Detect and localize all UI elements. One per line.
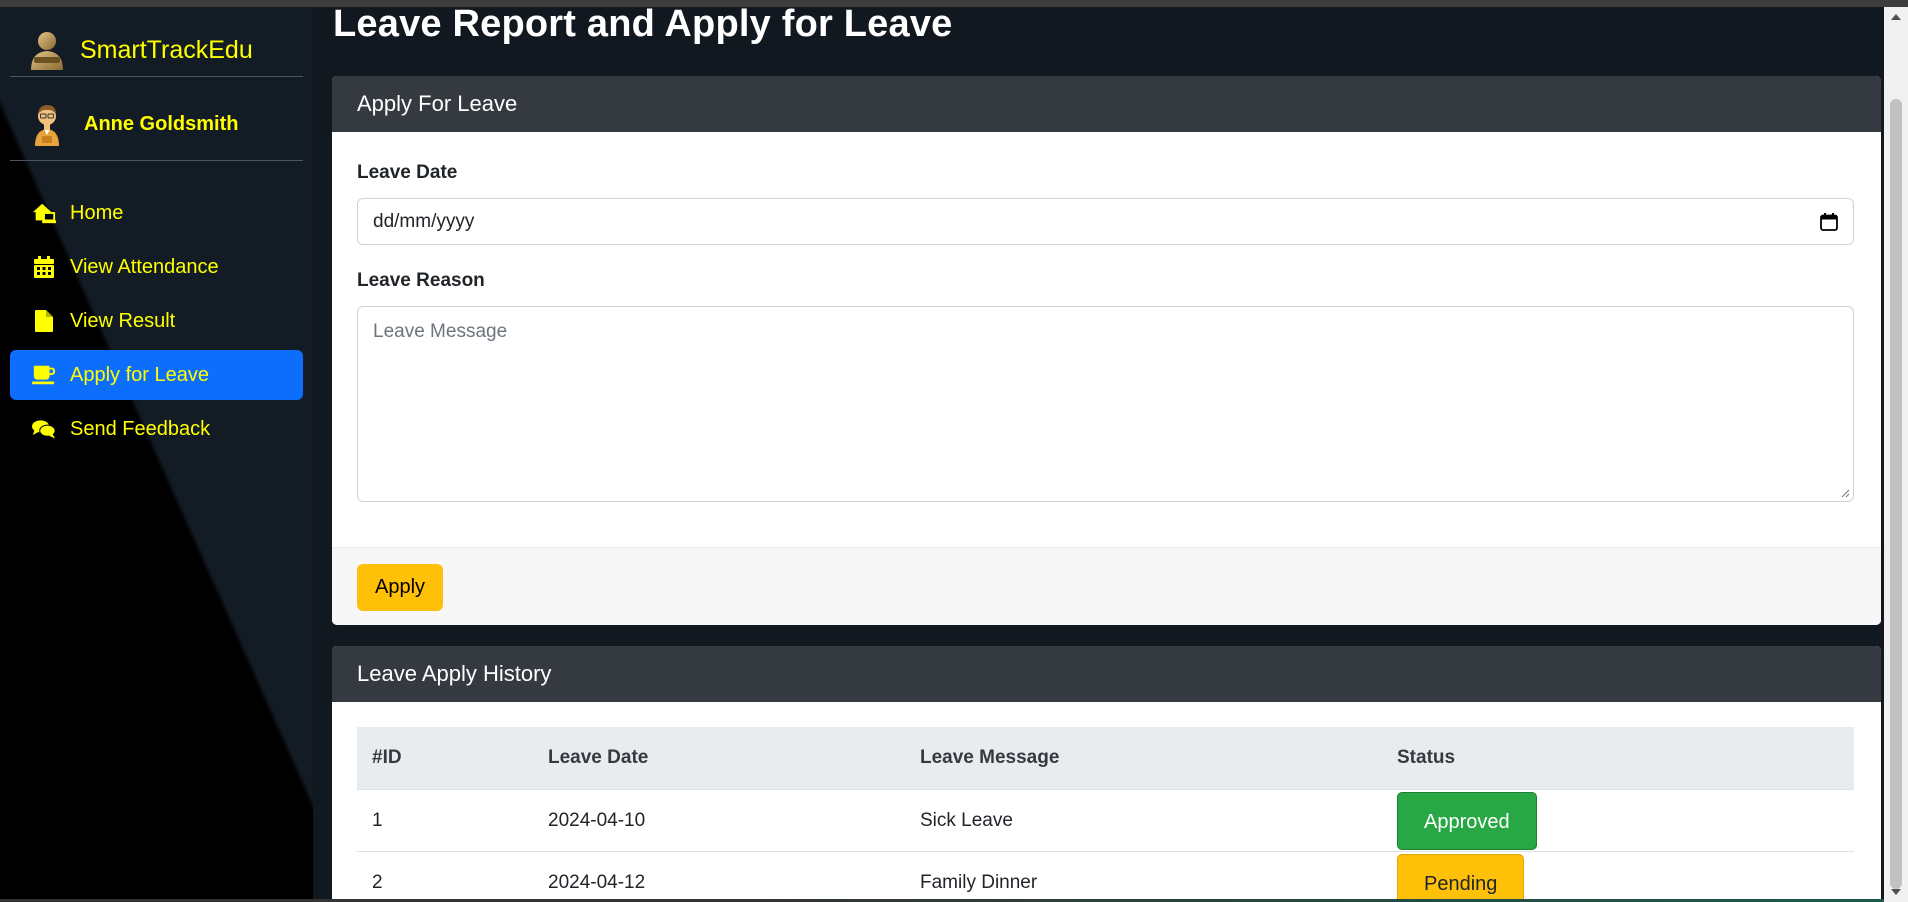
column-header-status: Status bbox=[1382, 727, 1854, 790]
home-laptop-icon bbox=[32, 201, 56, 225]
cell-status: Pending bbox=[1382, 851, 1854, 902]
status-badge-approved: Approved bbox=[1397, 791, 1537, 850]
cell-leave-message: Family Dinner bbox=[905, 851, 1382, 902]
cell-leave-date: 2024-04-10 bbox=[533, 789, 905, 852]
column-header-leave-message: Leave Message bbox=[905, 727, 1382, 790]
divider bbox=[10, 76, 303, 77]
leave-date-label: Leave Date bbox=[357, 162, 458, 183]
sidebar-item-send-feedback[interactable]: Send Feedback bbox=[10, 404, 303, 454]
status-badge-pending: Pending bbox=[1397, 853, 1525, 902]
table-header-row: #ID Leave Date Leave Message Status bbox=[357, 727, 1854, 790]
apply-leave-card: Apply For Leave Leave Date dd/mm/yyyy Le… bbox=[332, 76, 1881, 625]
table-row: 1 2024-04-10 Sick Leave Approved bbox=[357, 789, 1854, 852]
user-name: Anne Goldsmith bbox=[84, 112, 239, 135]
resize-grip-icon[interactable] bbox=[1840, 488, 1850, 498]
scroll-up-arrow-icon[interactable] bbox=[1891, 14, 1901, 20]
brand[interactable]: SmartTrackEdu bbox=[28, 21, 253, 79]
scrollbar-thumb[interactable] bbox=[1890, 99, 1902, 889]
user-silhouette-icon bbox=[31, 32, 63, 70]
leave-date-input[interactable]: dd/mm/yyyy bbox=[357, 198, 1854, 245]
leave-history-card: Leave Apply History #ID Leave Date Leave… bbox=[332, 646, 1881, 902]
sidebar-item-label: Apply for Leave bbox=[70, 363, 209, 386]
cell-id: 2 bbox=[357, 851, 533, 902]
window-top-strip bbox=[0, 0, 1908, 7]
cell-leave-date: 2024-04-12 bbox=[533, 851, 905, 902]
sidebar: SmartTrackEdu Anne Goldsmith Home View A… bbox=[0, 7, 313, 902]
textarea-placeholder: Leave Message bbox=[373, 321, 508, 342]
date-placeholder: dd/mm/yyyy bbox=[373, 210, 475, 232]
cell-leave-message: Sick Leave bbox=[905, 789, 1382, 852]
sidebar-item-view-attendance[interactable]: View Attendance bbox=[10, 242, 303, 292]
calendar-icon bbox=[32, 255, 56, 279]
table-row: 2 2024-04-12 Family Dinner Pending bbox=[357, 851, 1854, 902]
sidebar-item-label: View Attendance bbox=[70, 255, 219, 278]
sidebar-item-home[interactable]: Home bbox=[10, 188, 303, 238]
file-icon bbox=[32, 309, 56, 333]
divider bbox=[10, 160, 303, 161]
brand-name: SmartTrackEdu bbox=[80, 35, 253, 64]
mug-icon bbox=[32, 363, 56, 387]
apply-leave-footer: Apply bbox=[332, 547, 1881, 625]
sidebar-item-label: Home bbox=[70, 201, 124, 224]
sidebar-item-label: Send Feedback bbox=[70, 417, 211, 440]
user-profile[interactable]: Anne Goldsmith bbox=[30, 98, 238, 150]
apply-button[interactable]: Apply bbox=[357, 564, 443, 611]
leave-reason-label: Leave Reason bbox=[357, 270, 485, 291]
page-title: Leave Report and Apply for Leave bbox=[333, 3, 953, 45]
student-avatar-icon bbox=[35, 105, 59, 146]
column-header-id: #ID bbox=[357, 727, 533, 790]
scroll-down-arrow-icon[interactable] bbox=[1891, 889, 1901, 895]
sidebar-item-label: View Result bbox=[70, 309, 176, 332]
comments-icon bbox=[32, 417, 56, 441]
sidebar-item-apply-for-leave[interactable]: Apply for Leave bbox=[10, 350, 303, 400]
sidebar-item-view-result[interactable]: View Result bbox=[10, 296, 303, 346]
cell-status: Approved bbox=[1382, 789, 1854, 852]
calendar-picker-icon[interactable] bbox=[1820, 212, 1838, 231]
column-header-leave-date: Leave Date bbox=[533, 727, 905, 790]
leave-history-header: Leave Apply History bbox=[332, 646, 1881, 702]
apply-leave-header: Apply For Leave bbox=[332, 76, 1881, 132]
page-scrollbar[interactable] bbox=[1884, 7, 1908, 902]
leave-history-table: #ID Leave Date Leave Message Status 1 20… bbox=[357, 727, 1854, 902]
leave-reason-textarea[interactable]: Leave Message bbox=[357, 306, 1854, 502]
cell-id: 1 bbox=[357, 789, 533, 852]
sidebar-nav: Home View Attendance View Result Apply f… bbox=[10, 188, 303, 458]
